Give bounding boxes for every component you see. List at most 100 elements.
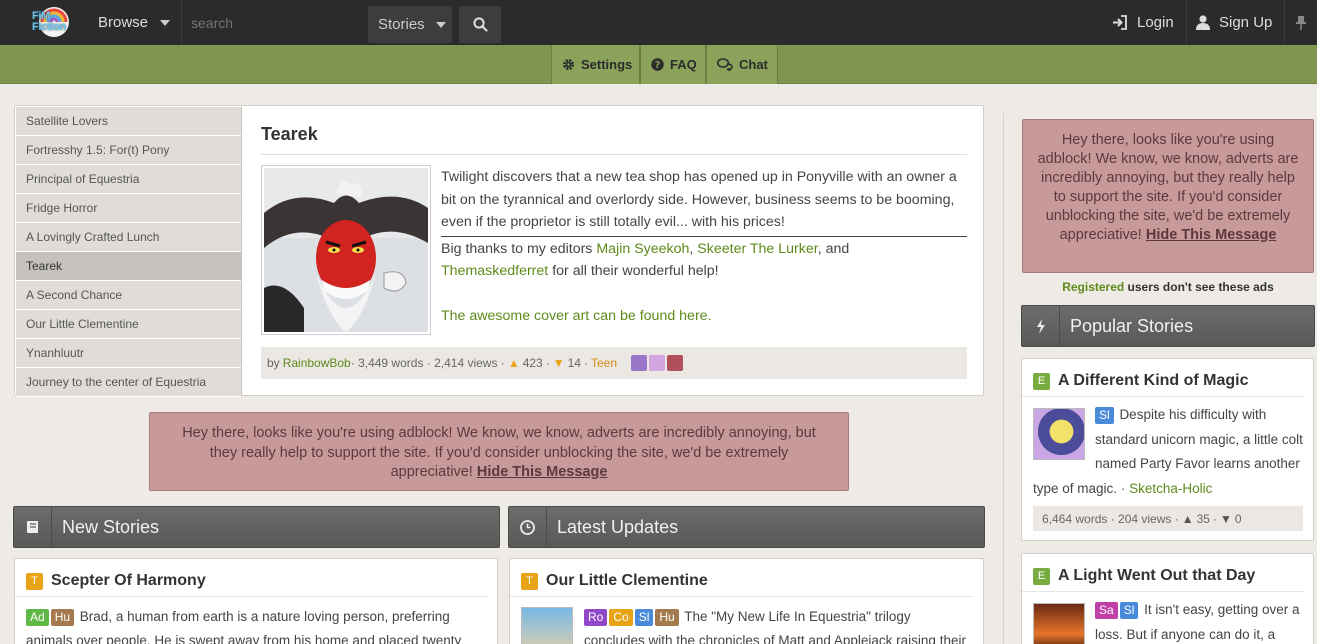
featured-story-cover[interactable]	[261, 165, 431, 335]
user-icon	[1196, 15, 1210, 30]
separator-text: ·	[583, 356, 588, 370]
tag-human[interactable]: Hu	[655, 609, 679, 626]
tag-human[interactable]: Hu	[50, 609, 75, 626]
story-title-link[interactable]: Our Little Clementine	[546, 572, 708, 590]
tag-comedy[interactable]: Co	[609, 609, 633, 626]
tag-slice-of-life[interactable]: Sl	[1095, 407, 1114, 424]
word-count: · 3,449 words · 2,414 views ·	[350, 356, 505, 370]
chat-button[interactable]: Chat	[706, 45, 778, 84]
login-label: Login	[1137, 14, 1174, 31]
bolt-icon	[1022, 305, 1060, 347]
sign-in-icon	[1113, 15, 1127, 30]
tag-slice-of-life[interactable]: Sl	[634, 609, 654, 626]
section-title: Popular Stories	[1070, 315, 1194, 336]
word-count: 6,464 words · 204 views ·	[1042, 511, 1179, 526]
description-text: Brad, a human from earth is a nature lov…	[26, 609, 462, 644]
author-link[interactable]: Sketcha-Holic	[1129, 481, 1212, 496]
rating-badge: T	[26, 572, 43, 590]
site-logo[interactable]: FiM Fiction	[24, 5, 76, 39]
popular-stories-header: Popular Stories	[1021, 305, 1315, 347]
separator-text: ·	[545, 356, 550, 370]
story-description: Ad Hu Brad, a human from earth is a natur…	[26, 605, 486, 644]
browse-label: Browse	[98, 14, 149, 31]
signup-button[interactable]: Sign Up	[1186, 0, 1282, 45]
featured-list-item[interactable]: Ynanhluutr	[16, 339, 241, 368]
thanks-text: Big thanks to my editors Majin Syeekoh , …	[441, 238, 967, 283]
registered-note-text: users don't see these ads	[1124, 280, 1274, 294]
cover-art-link[interactable]: The awesome cover art can be found here.	[441, 305, 967, 328]
faq-label: FAQ	[670, 57, 697, 72]
featured-list-item[interactable]: A Second Chance	[16, 281, 241, 310]
question-circle-icon: ?	[651, 58, 664, 71]
editor-link[interactable]: Majin Syeekoh	[596, 241, 689, 257]
thanks-prefix: Big thanks to my editors	[441, 240, 597, 257]
featured-list-item[interactable]: Journey to the center of Equestria	[16, 368, 241, 397]
featured-story-title[interactable]: Tearek	[261, 124, 318, 145]
featured-list-item[interactable]: Principal of Equestria	[16, 165, 241, 194]
character-tag[interactable]	[649, 355, 666, 371]
popular-story-card: E A Light Went Out that Day Sa Sl It isn'…	[1021, 553, 1314, 644]
settings-button[interactable]: Settings	[551, 45, 640, 84]
search-input[interactable]	[181, 0, 366, 45]
story-description: Sl Despite his difficulty with standard …	[1033, 403, 1305, 501]
login-button[interactable]: Login	[1104, 0, 1184, 45]
editor-link[interactable]: Themaskedferret	[441, 263, 548, 279]
story-title-link[interactable]: A Light Went Out that Day	[1058, 567, 1255, 585]
chat-label: Chat	[739, 57, 768, 72]
rating-badge: E	[1033, 567, 1050, 585]
thumbs-down-icon: ▼	[552, 356, 565, 370]
comments-icon	[717, 58, 733, 71]
pin-navbar-button[interactable]	[1284, 0, 1317, 45]
story-thumbnail[interactable]	[1033, 408, 1085, 460]
featured-list-item[interactable]: Fortresshy 1.5: For(t) Pony	[16, 136, 241, 165]
tag-slice-of-life[interactable]: Sl	[1119, 602, 1139, 619]
thumbs-up-icon: ▲	[507, 356, 520, 370]
editor-link[interactable]: Skeeter The Lurker	[697, 241, 817, 257]
tag-romance[interactable]: Ro	[584, 609, 608, 626]
featured-list-item[interactable]: Fridge Horror	[16, 194, 241, 223]
story-title-link[interactable]: Scepter Of Harmony	[51, 572, 206, 590]
sidebar-adblock-message: Hey there, looks like you're using adblo…	[1022, 119, 1314, 273]
character-tag-twilight[interactable]	[631, 355, 648, 371]
latest-updates-header: Latest Updates	[508, 506, 985, 548]
story-thumbnail[interactable]	[1033, 603, 1085, 644]
author-link[interactable]: RainbowBob	[283, 356, 351, 370]
secondary-navbar: Settings ? FAQ Chat	[0, 45, 1317, 84]
featured-list-item[interactable]: Our Little Clementine	[16, 310, 241, 339]
chevron-down-icon	[435, 21, 446, 28]
hide-message-link[interactable]: Hide This Message	[1146, 227, 1277, 243]
hide-message-link[interactable]: Hide This Message	[477, 464, 608, 480]
tag-sad[interactable]: Sa	[1095, 602, 1118, 619]
featured-list-item[interactable]: A Lovingly Crafted Lunch	[16, 223, 241, 252]
featured-story-description: Twilight discovers that a new tea shop h…	[441, 166, 967, 328]
story-meta: 6,464 words · 204 views · ▲ 35 · ▼ 0	[1033, 506, 1303, 531]
like-count: 423	[522, 356, 543, 370]
search-type-select[interactable]: Stories	[368, 6, 452, 43]
character-tag[interactable]	[667, 355, 684, 371]
registered-link[interactable]: Registered	[1062, 280, 1124, 294]
logo-text: FiM Fiction	[32, 10, 66, 33]
rating-label: Teen	[590, 356, 618, 370]
clock-icon	[509, 506, 547, 548]
separator-text: , and	[817, 240, 850, 257]
rating-badge: T	[521, 572, 538, 590]
new-story-card: T Scepter Of Harmony Ad Hu Brad, a human …	[14, 558, 498, 644]
meta-by: by	[267, 356, 280, 370]
tag-adventure[interactable]: Ad	[26, 609, 49, 626]
faq-button[interactable]: ? FAQ	[640, 45, 706, 84]
story-title-link[interactable]: A Different Kind of Magic	[1058, 372, 1249, 390]
cover-image	[264, 168, 428, 332]
featured-list-item[interactable]: Tearek	[16, 252, 241, 281]
thumbs-down-icon: ▼	[1219, 511, 1232, 526]
divider	[510, 596, 973, 597]
browse-menu-button[interactable]: Browse	[85, 0, 180, 45]
featured-story-meta: by RainbowBob · 3,449 words · 2,414 view…	[261, 347, 967, 379]
featured-list-item[interactable]: Satellite Lovers	[16, 107, 241, 136]
story-thumbnail[interactable]	[521, 607, 573, 644]
divider	[1022, 396, 1303, 397]
featured-stories-box: Satellite Lovers Fortresshy 1.5: For(t) P…	[14, 105, 984, 397]
sidebar-divider	[1003, 113, 1004, 644]
search-button[interactable]	[459, 6, 501, 43]
divider	[441, 235, 967, 237]
separator-text: ·	[1212, 511, 1217, 526]
